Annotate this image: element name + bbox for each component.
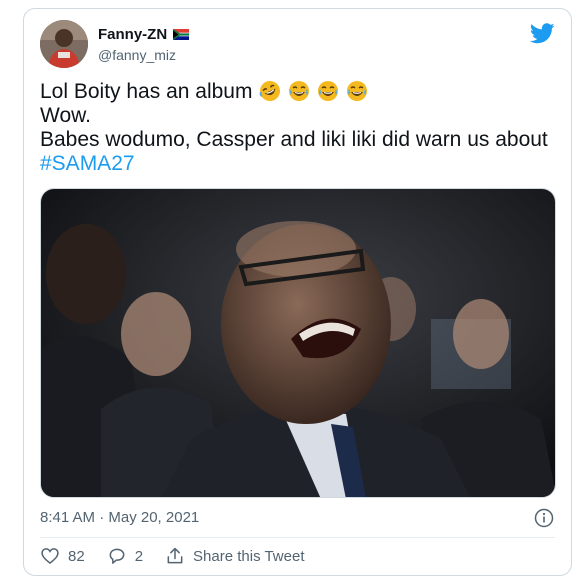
display-name[interactable]: Fanny-ZN: [98, 26, 167, 43]
share-label: Share this Tweet: [193, 547, 305, 565]
reply-bubble-icon: [109, 548, 125, 564]
tweet-card[interactable]: Fanny-ZN @fanny_miz Lol Boity has an alb…: [23, 8, 572, 576]
twitter-bird-icon[interactable]: [530, 23, 555, 44]
tweet-photo[interactable]: [40, 188, 556, 498]
tweet-text-line-1: Lol Boity has an album: [40, 80, 253, 103]
rolling-on-floor-laughing-emoji: [259, 81, 281, 101]
user-handle[interactable]: @fanny_miz: [98, 47, 176, 63]
divider: [40, 537, 555, 538]
tears-of-joy-emoji: [318, 81, 338, 101]
avatar[interactable]: [40, 20, 88, 68]
reply-count: 2: [134, 547, 144, 565]
tweet-text-line-2: Wow.: [40, 104, 91, 127]
share-button[interactable]: Share this Tweet: [165, 546, 304, 566]
info-icon[interactable]: [534, 508, 554, 528]
tweet-text: Lol Boity has an album Wow. Babes wodumo…: [40, 80, 560, 176]
hashtag-link[interactable]: #SAMA27: [40, 152, 560, 176]
like-button[interactable]: 82: [40, 546, 85, 566]
like-count: 82: [68, 547, 85, 565]
tweet-actions: 82 2 Share this Tweet: [40, 546, 326, 566]
tweet-timestamp[interactable]: 8:41 AM · May 20, 2021: [40, 509, 199, 526]
tweet-text-line-3: Babes wodumo, Cassper and liki liki did …: [40, 128, 548, 151]
south-africa-flag-icon: [173, 29, 190, 40]
tears-of-joy-emoji: [346, 81, 367, 101]
tears-of-joy-emoji: [289, 81, 310, 101]
reply-button[interactable]: 2: [107, 546, 143, 566]
share-icon: [167, 547, 183, 564]
heart-icon: [41, 548, 59, 565]
